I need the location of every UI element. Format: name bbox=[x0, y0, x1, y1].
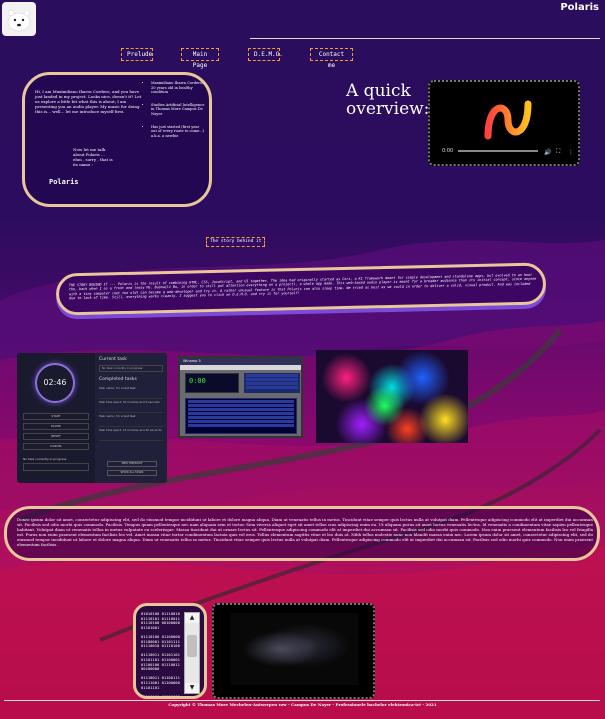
intro-list-item: Maximiliano Ibarra Cordero, 20 years old… bbox=[151, 81, 205, 95]
current-task-field: No task currently in progress bbox=[99, 365, 163, 372]
current-task-heading: Current task bbox=[99, 357, 127, 362]
overview-title: A quick overview: bbox=[346, 81, 430, 119]
story-text: THE STORY BEHIND IT --- Polaris is the r… bbox=[68, 272, 537, 301]
video-time: 0:00 bbox=[442, 148, 454, 154]
binary-listbox[interactable]: 01010100 01110010 01110101 01110011 011101… bbox=[133, 603, 207, 699]
header-divider bbox=[250, 38, 600, 39]
task-app-screenshot: 02:46 START PAUSE RESET CANCEL No task c… bbox=[17, 353, 167, 483]
intro-paragraph: Hi, I am Maximiliano Ibarra Cordero, and… bbox=[35, 89, 142, 114]
nav-contact-me[interactable]: Contact me bbox=[310, 48, 353, 69]
timer-ring: 02:46 bbox=[35, 363, 75, 403]
player-display: 0:00 bbox=[185, 373, 239, 393]
start-button: START bbox=[23, 413, 89, 420]
story-label[interactable]: The story behind it bbox=[206, 237, 266, 247]
task-input bbox=[23, 463, 89, 471]
fullscreen-icon[interactable]: ⛶ bbox=[556, 148, 560, 156]
scroll-down-icon[interactable]: ▼ bbox=[185, 683, 199, 693]
task-item: Task name: I'm a test task bbox=[99, 386, 163, 399]
brand-name: Polaris bbox=[560, 2, 599, 13]
player-playlist bbox=[185, 398, 297, 434]
completed-tasks-heading: Completed tasks bbox=[99, 377, 137, 382]
task-item: Task time spent: 15 minutes and 20 secon… bbox=[99, 428, 163, 441]
scroll-up-icon[interactable]: ▲ bbox=[185, 613, 199, 623]
nav-demo[interactable]: D.E.M.O. bbox=[248, 48, 283, 61]
lorem-card: Donec ipsum dolor sit amet, consectetur … bbox=[4, 506, 600, 561]
logo-polar-bear-icon[interactable] bbox=[2, 2, 36, 36]
intro-name: Polaris bbox=[49, 178, 79, 186]
reset-button: RESET bbox=[23, 433, 89, 440]
video-progress-bar[interactable] bbox=[458, 150, 538, 152]
binary-line: 01110100 01100000 bbox=[141, 693, 180, 699]
pause-button: PAUSE bbox=[23, 423, 89, 430]
sine-wave-logo-icon bbox=[484, 100, 532, 140]
lorem-text: Donec ipsum dolor sit amet, consectetur … bbox=[17, 517, 593, 547]
intro-list: Maximiliano Ibarra Cordero, 20 years old… bbox=[145, 81, 205, 146]
binary-lines: 01010100 01110010 01110101 01110011 011101… bbox=[141, 611, 189, 699]
player-title: Winamp 5 bbox=[180, 358, 301, 365]
player-menu-bar bbox=[180, 365, 301, 370]
task-note: No task currently in progress bbox=[23, 457, 67, 461]
demo-video[interactable] bbox=[212, 603, 375, 699]
visualizer-screenshot bbox=[316, 350, 468, 443]
new-task-button: NEW TIMEDOUT bbox=[107, 461, 157, 467]
task-panel: Current task No task currently in progre… bbox=[95, 353, 167, 483]
scroll-thumb[interactable] bbox=[187, 635, 197, 657]
intro-list-item: Has just started (first year out of ever… bbox=[151, 125, 205, 139]
player-time: 0:00 bbox=[189, 377, 206, 385]
task-item: Task time spent: 30 minutes and 0 second… bbox=[99, 400, 163, 413]
more-icon[interactable]: ⋮ bbox=[568, 149, 574, 156]
scrollbar[interactable]: ▲ ▼ bbox=[184, 612, 200, 694]
nav-prelude[interactable]: Prelude bbox=[121, 48, 153, 61]
show-all-tasks-button: SHOW ALL TASKS bbox=[107, 470, 157, 476]
footer-copyright: Copyright © Thomas More Mechelen-Antwerp… bbox=[168, 702, 437, 707]
speaker-icon[interactable]: 🔊 bbox=[544, 149, 551, 156]
player-library bbox=[244, 373, 300, 393]
nav-main-page[interactable]: Main Page bbox=[181, 48, 219, 69]
overview-video[interactable]: 0:00 🔊 ⛶ ⋮ bbox=[428, 80, 580, 166]
cancel-button: CANCEL bbox=[23, 443, 89, 450]
footer-divider bbox=[4, 700, 600, 701]
intro-list-item: Studies Artificial Intelligence in Thoma… bbox=[151, 103, 205, 117]
intro-sub: Now let me talk about Polaris ... ehm , … bbox=[73, 147, 113, 167]
timer-value: 02:46 bbox=[43, 378, 67, 387]
intro-card: Hi, I am Maximiliano Ibarra Cordero, and… bbox=[22, 72, 212, 207]
demo-video-frame bbox=[230, 613, 358, 685]
task-item: Task name: I'm a test task bbox=[99, 414, 163, 427]
audio-player-screenshot: Winamp 5 0:00 bbox=[178, 356, 303, 438]
story-card: THE STORY BEHIND IT --- Polaris is the r… bbox=[55, 262, 547, 316]
